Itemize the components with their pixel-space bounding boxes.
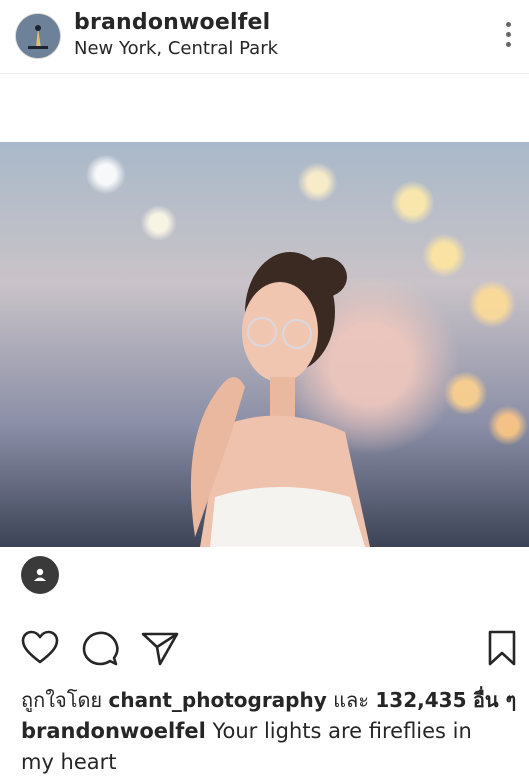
likes-suffix[interactable]: อื่น ๆ	[473, 688, 516, 712]
post-caption: brandonwoelfel Your lights are fireflies…	[21, 716, 511, 778]
post-actions	[0, 628, 529, 672]
likes-conjunction: และ	[333, 688, 370, 712]
post-header: brandonwoelfel New York, Central Park	[0, 0, 529, 74]
likes-count[interactable]: 132,435	[375, 688, 466, 712]
post-photo[interactable]	[0, 142, 529, 547]
more-options-button[interactable]	[503, 22, 513, 52]
bookmark-icon	[488, 630, 516, 666]
avatar[interactable]	[16, 14, 60, 58]
likes-summary[interactable]: ถูกใจโดย chant_photography และ 132,435 อ…	[21, 684, 516, 716]
tagged-people-button[interactable]	[21, 556, 59, 594]
likes-prefix: ถูกใจโดย	[21, 688, 103, 712]
share-button[interactable]	[140, 628, 180, 668]
heart-icon	[21, 630, 59, 664]
like-button[interactable]	[20, 628, 60, 668]
post-username[interactable]: brandonwoelfel	[74, 10, 270, 35]
comment-icon	[82, 631, 119, 666]
person-tag-icon	[34, 568, 46, 581]
send-icon	[141, 632, 179, 666]
caption-username[interactable]: brandonwoelfel	[21, 719, 206, 743]
photo-subject	[190, 252, 370, 547]
more-vertical-icon	[505, 22, 511, 27]
post-location[interactable]: New York, Central Park	[74, 38, 278, 59]
comment-button[interactable]	[80, 628, 120, 668]
save-button[interactable]	[482, 628, 522, 668]
liker-username[interactable]: chant_photography	[109, 688, 327, 712]
